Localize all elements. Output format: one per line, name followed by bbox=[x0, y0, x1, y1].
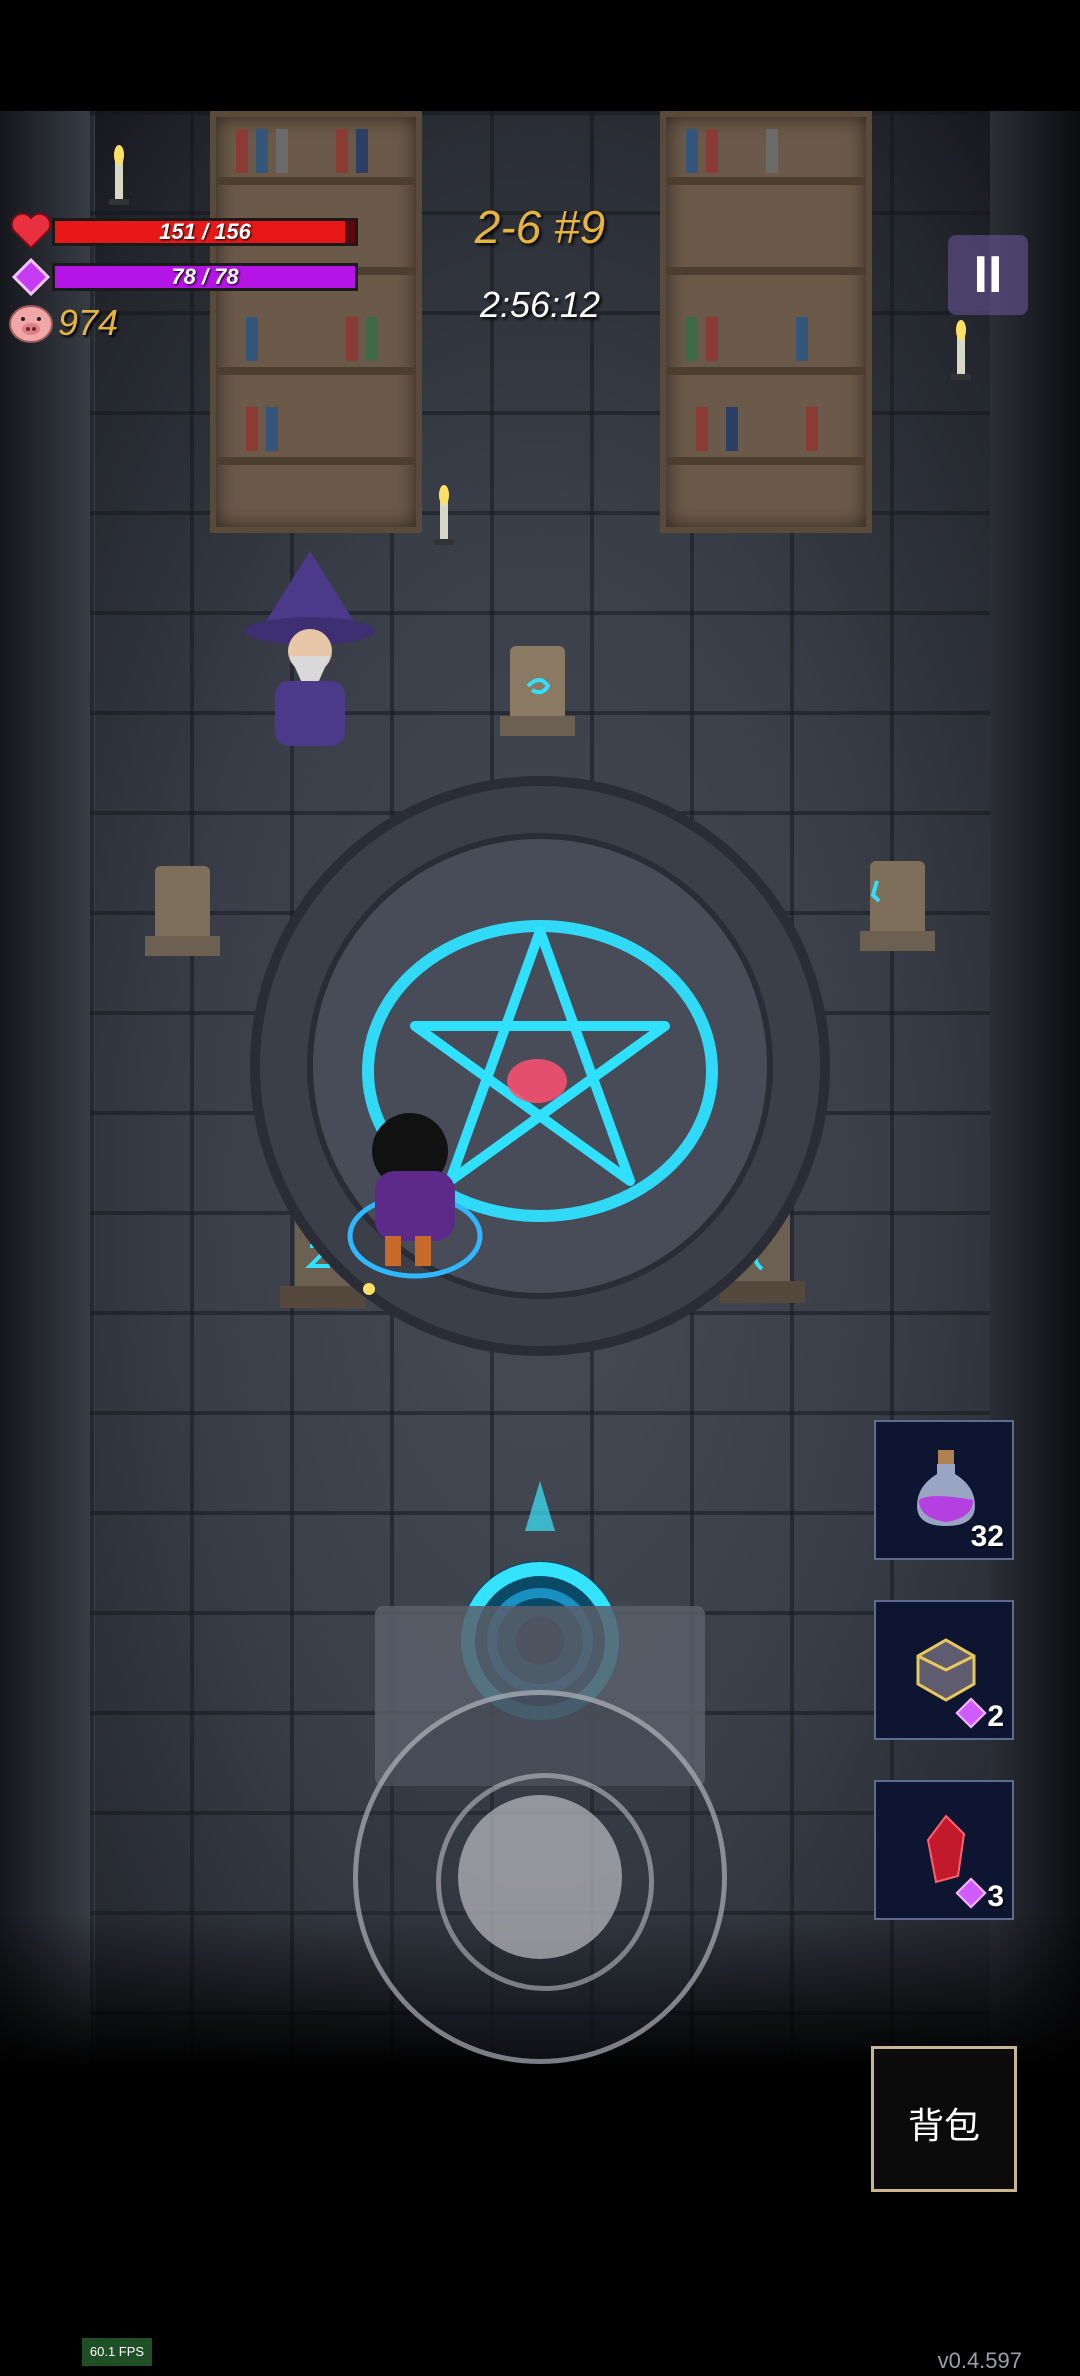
candle-icon bbox=[434, 485, 454, 545]
pig-icon bbox=[9, 305, 53, 343]
run-timer: 2:56:12 bbox=[479, 284, 601, 325]
pentagram-circle bbox=[250, 776, 830, 1356]
fps-counter: 60.1 FPS bbox=[82, 2338, 152, 2366]
item-slot-red-crystal[interactable]: 3 bbox=[874, 1780, 1014, 1920]
pause-button[interactable]: II bbox=[948, 235, 1028, 315]
candle-icon bbox=[109, 145, 129, 205]
version-label: v0.4.597 bbox=[937, 2348, 1022, 2373]
gold-count: 974 bbox=[58, 302, 119, 343]
rune-stone bbox=[860, 861, 935, 951]
red-crystal-count: 3 bbox=[987, 1880, 1004, 1913]
crystal-orb-icon bbox=[916, 1638, 976, 1702]
item-slot-orb[interactable]: 2 bbox=[874, 1600, 1014, 1740]
player-character[interactable] bbox=[345, 1111, 495, 1301]
candle-icon bbox=[951, 320, 971, 380]
left-wall bbox=[0, 111, 95, 2071]
mp-text: 78 / 78 bbox=[171, 264, 239, 289]
heart-icon bbox=[10, 212, 52, 250]
mana-gem-icon bbox=[12, 258, 50, 296]
pause-icon: II bbox=[973, 246, 1003, 304]
wizard-npc[interactable] bbox=[240, 551, 380, 751]
rune-stone bbox=[500, 646, 575, 736]
orb-count: 2 bbox=[987, 1700, 1004, 1733]
gem-cost-icon bbox=[955, 1697, 987, 1729]
potion-count: 32 bbox=[970, 1520, 1004, 1553]
rune-stone bbox=[145, 866, 220, 956]
backpack-button[interactable]: 背包 bbox=[871, 2046, 1017, 2192]
hp-bar: 151 / 156 bbox=[52, 218, 358, 246]
potion-icon bbox=[917, 1450, 975, 1526]
item-slot-potion[interactable]: 32 bbox=[874, 1420, 1014, 1560]
backpack-label: 背包 bbox=[907, 2105, 980, 2146]
level-label: 2-6 #9 bbox=[474, 201, 606, 253]
bookshelf-left bbox=[210, 111, 422, 533]
red-crystal-icon bbox=[926, 1814, 966, 1884]
bookshelf-right bbox=[660, 111, 872, 533]
right-wall bbox=[990, 111, 1080, 2071]
mp-bar: 78 / 78 bbox=[52, 263, 358, 291]
virtual-joystick[interactable] bbox=[353, 1690, 727, 2064]
joystick-knob[interactable] bbox=[458, 1795, 622, 1959]
hp-text: 151 / 156 bbox=[159, 219, 251, 244]
